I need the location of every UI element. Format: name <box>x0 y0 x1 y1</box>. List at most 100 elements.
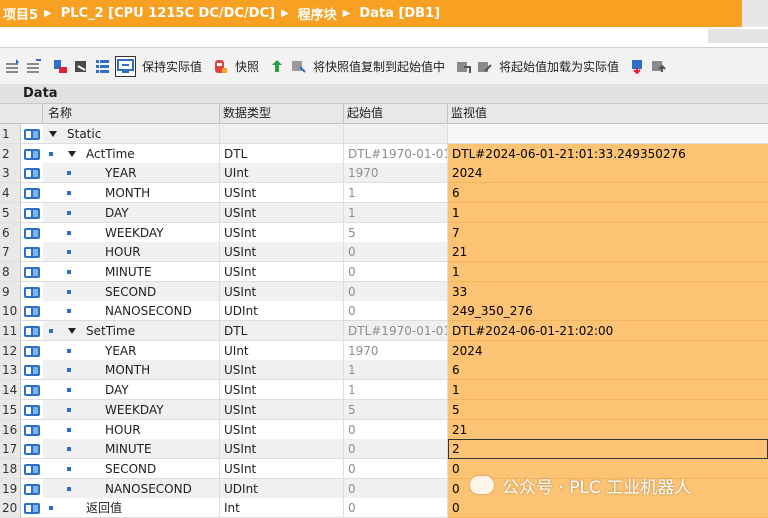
start-value-cell[interactable]: 0 <box>344 458 448 479</box>
start-value-cell[interactable]: 0 <box>344 242 448 263</box>
insert-row-icon[interactable] <box>4 58 21 75</box>
start-value-cell[interactable]: 1970 <box>344 163 448 184</box>
table-row[interactable]: 1 Static <box>0 124 768 144</box>
monitor-value-cell[interactable]: DTL#2024-06-01-21:01:33.249350276 <box>448 143 768 164</box>
type-cell[interactable]: USInt <box>220 458 344 479</box>
download-icon[interactable] <box>629 58 646 75</box>
type-cell[interactable]: UDInt <box>220 478 344 499</box>
window-control-button[interactable] <box>742 0 768 27</box>
type-cell[interactable]: UInt <box>220 340 344 361</box>
name-cell[interactable]: YEAR <box>43 340 220 361</box>
copy-snapshot-to-start-button[interactable]: 将快照值复制到起始值中 <box>313 58 445 75</box>
name-cell[interactable]: WEEKDAY <box>43 399 220 420</box>
name-cell[interactable]: ActTime <box>43 143 220 164</box>
table-row[interactable]: 12 YEAR UInt 1970 2024 <box>0 340 768 361</box>
type-cell[interactable] <box>220 124 344 144</box>
type-cell[interactable]: USInt <box>220 360 344 381</box>
table-row[interactable]: 14 DAY USInt 1 1 <box>0 380 768 401</box>
type-cell[interactable]: UInt <box>220 163 344 184</box>
snapshot-button[interactable]: 快照 <box>235 58 259 75</box>
start-value-cell[interactable]: 0 <box>344 281 448 302</box>
table-row[interactable]: 3 YEAR UInt 1970 2024 <box>0 163 768 184</box>
breadcrumb-program-blocks[interactable]: 程序块 <box>295 4 337 23</box>
type-cell[interactable]: USInt <box>220 281 344 302</box>
name-cell[interactable]: NANOSECOND <box>43 478 220 499</box>
type-cell[interactable]: USInt <box>220 399 344 420</box>
start-value-cell[interactable]: DTL#1970-01-01-0 <box>344 143 448 164</box>
add-row-icon[interactable] <box>25 58 42 75</box>
monitor-value-cell[interactable]: 33 <box>448 281 768 302</box>
table-row[interactable]: 15 WEEKDAY USInt 5 5 <box>0 399 768 420</box>
name-cell[interactable]: MONTH <box>43 183 220 204</box>
copy-snapshot-icon[interactable] <box>290 58 307 75</box>
type-cell[interactable]: DTL <box>220 321 344 341</box>
table-row[interactable]: 2 ActTime DTLDTL#1970-01-01-0DTL#2024-06-0… <box>0 143 768 164</box>
start-value-cell[interactable]: 5 <box>344 222 448 243</box>
type-cell[interactable]: USInt <box>220 439 344 460</box>
name-cell[interactable]: Static <box>43 124 220 144</box>
monitor-value-cell[interactable]: 2 <box>448 439 768 460</box>
monitor-value-cell[interactable]: 0 <box>448 498 768 518</box>
monitor-value-cell[interactable] <box>448 124 768 144</box>
monitor-value-cell[interactable]: 1 <box>448 380 768 401</box>
expand-triangle-icon[interactable] <box>49 131 57 137</box>
name-cell[interactable]: DAY <box>43 380 220 401</box>
load-start-icon[interactable] <box>476 58 493 75</box>
table-row[interactable]: 10 NANOSECOND UDInt 0 249_350_276 <box>0 301 768 322</box>
table-row[interactable]: 11 SetTime DTLDTL#1970-01-01-0DTL#2024-06-… <box>0 321 768 341</box>
start-value-cell[interactable]: 0 <box>344 439 448 460</box>
type-cell[interactable]: USInt <box>220 261 344 282</box>
name-cell[interactable]: SetTime <box>43 321 220 341</box>
breadcrumb-plc[interactable]: PLC_2 [CPU 1215C DC/DC/DC] <box>58 6 275 21</box>
name-cell[interactable]: 返回值 <box>43 498 220 518</box>
upload-icon[interactable] <box>650 58 667 75</box>
table-row[interactable]: 7 HOUR USInt 0 21 <box>0 242 768 263</box>
name-cell[interactable]: WEEKDAY <box>43 222 220 243</box>
start-value-cell[interactable]: 0 <box>344 261 448 282</box>
name-cell[interactable]: HOUR <box>43 419 220 440</box>
type-cell[interactable]: DTL <box>220 143 344 164</box>
type-cell[interactable]: USInt <box>220 183 344 204</box>
name-cell[interactable]: YEAR <box>43 163 220 184</box>
monitor-value-cell[interactable]: 1 <box>448 261 768 282</box>
table-row[interactable]: 8 MINUTE USInt 0 1 <box>0 261 768 282</box>
expand-triangle-icon[interactable] <box>68 328 76 334</box>
list-view-icon[interactable] <box>94 58 111 75</box>
load-start-as-actual-button[interactable]: 将起始值加载为实际值 <box>499 58 619 75</box>
monitor-all-icon[interactable] <box>115 56 136 77</box>
monitor-value-cell[interactable]: 2024 <box>448 340 768 361</box>
name-cell[interactable]: HOUR <box>43 242 220 263</box>
start-value-cell[interactable]: 0 <box>344 498 448 518</box>
monitor-value-cell[interactable]: 2024 <box>448 163 768 184</box>
load-snapshot-icon[interactable] <box>455 58 472 75</box>
monitor-value-cell[interactable]: 5 <box>448 399 768 420</box>
type-cell[interactable]: USInt <box>220 419 344 440</box>
header-name[interactable]: 名称 <box>43 104 220 123</box>
panel-grip[interactable] <box>708 29 768 43</box>
name-cell[interactable]: DAY <box>43 202 220 223</box>
start-value-cell[interactable]: 5 <box>344 399 448 420</box>
start-value-cell[interactable]: 1 <box>344 183 448 204</box>
name-cell[interactable]: SECOND <box>43 281 220 302</box>
start-value-cell[interactable]: DTL#1970-01-01-0 <box>344 321 448 341</box>
type-cell[interactable]: Int <box>220 498 344 518</box>
start-value-cell[interactable]: 1 <box>344 202 448 223</box>
start-value-cell[interactable]: 0 <box>344 301 448 322</box>
start-value-cell[interactable] <box>344 124 448 144</box>
monitor-value-cell[interactable]: 21 <box>448 419 768 440</box>
name-cell[interactable]: NANOSECOND <box>43 301 220 322</box>
expand-all-icon[interactable] <box>52 58 69 75</box>
table-row[interactable]: 17 MINUTE USInt 0 2 <box>0 439 768 460</box>
breadcrumb-data-block[interactable]: Data [DB1] <box>356 6 440 21</box>
table-row[interactable]: 13 MONTH USInt 1 6 <box>0 360 768 381</box>
name-cell[interactable]: MINUTE <box>43 439 220 460</box>
expand-triangle-icon[interactable] <box>68 150 76 157</box>
collapse-all-icon[interactable] <box>73 58 90 75</box>
name-cell[interactable]: SECOND <box>43 458 220 479</box>
monitor-value-cell[interactable]: 6 <box>448 183 768 204</box>
snapshot-icon[interactable] <box>212 58 229 75</box>
type-cell[interactable]: UDInt <box>220 301 344 322</box>
start-value-cell[interactable]: 0 <box>344 419 448 440</box>
name-cell[interactable]: MONTH <box>43 360 220 381</box>
table-row[interactable]: 6 WEEKDAY USInt 5 7 <box>0 222 768 243</box>
